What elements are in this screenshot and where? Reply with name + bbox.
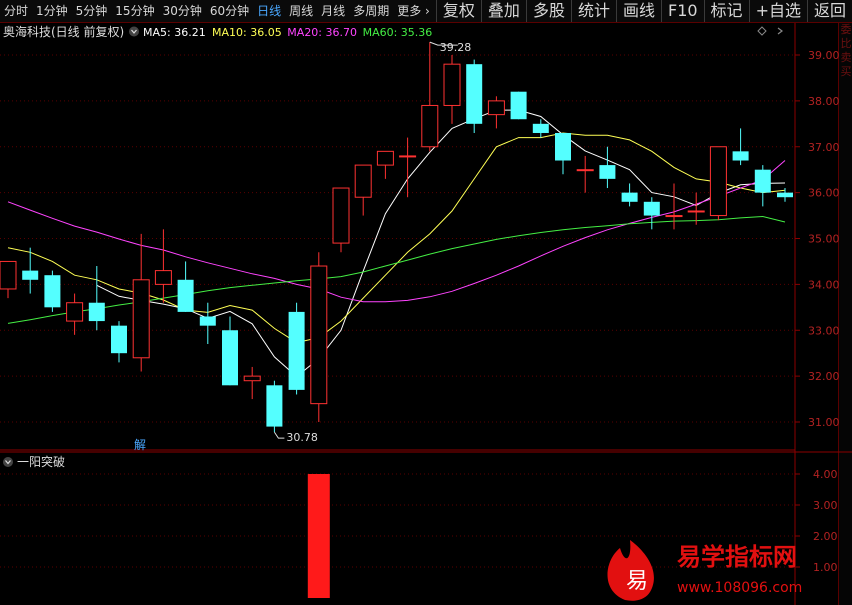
diamond-icon bbox=[757, 26, 767, 36]
candle-body-up bbox=[443, 63, 461, 106]
sub-y-tick-label: 1.00 bbox=[813, 561, 838, 574]
ma-legend-0: MA5: 36.21 bbox=[143, 26, 206, 39]
candle-body-down bbox=[555, 132, 571, 161]
candle-body-up bbox=[687, 210, 705, 213]
high-price-label: 39.28 bbox=[440, 41, 472, 54]
low-price-label: 30.78 bbox=[286, 431, 318, 444]
candle-body-down bbox=[266, 385, 283, 427]
sub-y-tick-label: 2.00 bbox=[813, 530, 838, 543]
ma-legend-3: MA60: 35.36 bbox=[363, 26, 433, 39]
candle-body-down bbox=[22, 270, 39, 280]
indicator-title: 一阳突破 bbox=[17, 454, 65, 469]
candle-body-down bbox=[288, 311, 305, 390]
candle-body-down bbox=[599, 165, 616, 179]
candle-body-down bbox=[777, 192, 793, 198]
candle-body-down bbox=[621, 192, 638, 202]
y-tick-label: 34.00 bbox=[808, 278, 840, 291]
circle-chevron-down-icon bbox=[129, 26, 139, 37]
y-tick-label: 37.00 bbox=[808, 141, 840, 154]
candle-body-up bbox=[132, 279, 150, 359]
y-tick-label: 31.00 bbox=[808, 416, 840, 429]
low-marker-line bbox=[273, 431, 285, 439]
candle-body-up bbox=[66, 302, 84, 322]
candle-body-up bbox=[665, 215, 683, 218]
ma-legend-1: MA10: 36.05 bbox=[212, 26, 282, 39]
y-tick-label: 35.00 bbox=[808, 233, 840, 246]
candle-body-down bbox=[466, 64, 483, 124]
ma-line-ma5 bbox=[96, 109, 786, 378]
candle-body-up bbox=[399, 155, 417, 158]
candle-body-up bbox=[310, 265, 328, 405]
circle-chevron-down-icon bbox=[3, 457, 13, 467]
candle-body-down bbox=[222, 330, 238, 386]
y-tick-label: 39.00 bbox=[808, 49, 840, 62]
y-tick-label: 36.00 bbox=[808, 187, 840, 200]
candle-body-up bbox=[0, 260, 17, 290]
sub-y-tick-label: 3.00 bbox=[813, 499, 838, 512]
ma-line-ma20 bbox=[7, 160, 786, 303]
watermark-url: www.108096.com bbox=[677, 580, 802, 596]
candle-body-down bbox=[510, 91, 527, 120]
ma-line-ma60 bbox=[7, 215, 786, 324]
candle-body-up bbox=[243, 375, 261, 382]
signal-marker: 解 bbox=[134, 438, 146, 452]
y-tick-label: 33.00 bbox=[808, 324, 840, 337]
candle-body-up bbox=[154, 270, 172, 285]
candle-body-down bbox=[643, 201, 660, 216]
candle-body-down bbox=[532, 123, 549, 133]
candle-body-down bbox=[111, 325, 127, 354]
candle-body-up bbox=[487, 100, 505, 116]
watermark-site: 易学指标网 bbox=[677, 543, 797, 571]
ma-legend-2: MA20: 36.70 bbox=[287, 26, 357, 39]
candle-body-down bbox=[88, 302, 105, 322]
y-tick-label: 38.00 bbox=[808, 95, 840, 108]
ma-line-ma10 bbox=[7, 132, 786, 344]
candle-body-up bbox=[332, 187, 350, 244]
stock-title: 奥海科技(日线 前复权) bbox=[3, 24, 124, 39]
candle-body-up bbox=[376, 150, 394, 166]
candle-body-up bbox=[576, 169, 594, 172]
chevron-right-icon bbox=[777, 27, 783, 35]
watermark: 易 易学指标网 www.108096.com bbox=[607, 540, 802, 601]
signal-bar bbox=[307, 474, 330, 598]
candle-body-up bbox=[354, 164, 372, 198]
y-tick-label: 32.00 bbox=[808, 370, 840, 383]
candle-body-down bbox=[754, 169, 771, 193]
candle-body-up bbox=[421, 104, 439, 148]
candle-body-up bbox=[709, 146, 727, 217]
kline-chart[interactable]: 39.00 38.00 37.00 36.00 35.00 34.00 33.00 32.00… bbox=[0, 0, 852, 605]
sub-y-tick-label: 4.00 bbox=[813, 468, 838, 481]
logo-char: 易 bbox=[626, 569, 648, 594]
candle-body-down bbox=[177, 279, 194, 312]
candle-body-down bbox=[199, 316, 216, 326]
candle-body-down bbox=[44, 275, 61, 308]
candle-body-down bbox=[732, 151, 749, 161]
